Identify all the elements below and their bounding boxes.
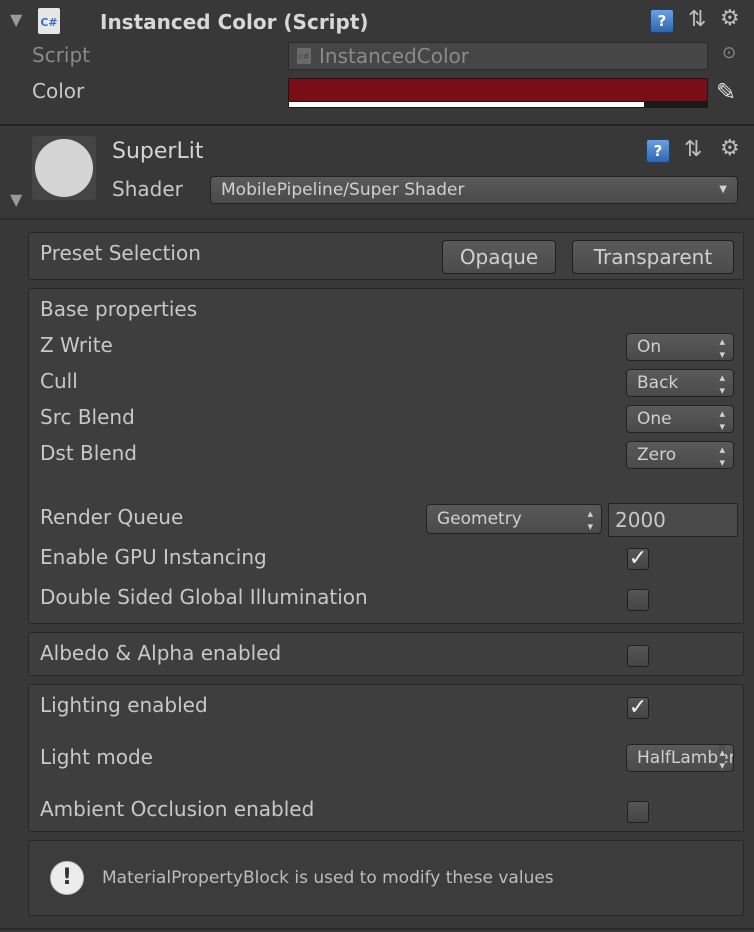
gear-icon[interactable]: ⚙ [720, 8, 740, 30]
material-preview-thumbnail [32, 136, 96, 200]
render-queue-input[interactable]: 2000 [608, 503, 738, 537]
material-name: SuperLit [112, 139, 204, 164]
src-blend-dropdown[interactable]: One ▴ ▾ [626, 405, 734, 433]
cull-dropdown[interactable]: Back ▴ ▾ [626, 369, 734, 397]
chevron-down-icon: ▼ [719, 184, 727, 195]
shader-label: Shader [112, 177, 183, 201]
stepper-arrows-icon: ▴ ▾ [719, 371, 725, 397]
stepper-arrows-icon: ▴ ▾ [719, 335, 725, 361]
stepper-arrows-icon: ▴ ▾ [719, 407, 725, 433]
material-foldout-icon[interactable]: ▼ [10, 190, 22, 209]
stepper-arrows-icon: ▴ ▾ [587, 507, 593, 533]
ambient-occlusion-checkbox[interactable] [627, 801, 649, 823]
color-swatch-fill [289, 79, 707, 101]
cull-value: Back [637, 373, 679, 393]
gpu-instancing-checkbox[interactable]: ✓ [627, 548, 649, 570]
shader-dropdown[interactable]: MobilePipeline/Super Shader ▼ [210, 176, 738, 204]
shader-dropdown-value: MobilePipeline/Super Shader [221, 180, 465, 200]
light-mode-dropdown[interactable]: HalfLambert ▴ ▾ [626, 744, 734, 772]
object-picker-icon[interactable]: ⊙ [722, 43, 736, 63]
src-blend-value: One [637, 409, 672, 429]
src-blend-label: Src Blend [40, 405, 135, 429]
stepper-arrows-icon: ▴ ▾ [719, 443, 725, 469]
color-swatch[interactable] [288, 78, 708, 108]
alpha-bar [289, 102, 645, 107]
opaque-button[interactable]: Opaque [442, 240, 556, 274]
base-properties-title: Base properties [40, 297, 198, 321]
preset-label: Preset Selection [40, 241, 201, 265]
material-presets-icon[interactable]: ⇅ [684, 139, 702, 161]
material-help-icon[interactable]: ? [646, 139, 670, 163]
csharp-icon-label: C# [40, 16, 58, 29]
csharp-script-icon: C# [38, 8, 60, 34]
dst-blend-dropdown[interactable]: Zero ▴ ▾ [626, 441, 734, 469]
dst-blend-value: Zero [637, 445, 677, 465]
script-field-value: InstancedColor [319, 44, 469, 68]
zwrite-dropdown[interactable]: On ▴ ▾ [626, 333, 734, 361]
script-object-field: c# InstancedColor [288, 42, 708, 70]
warning-icon: ! [50, 861, 84, 895]
script-field-label: Script [32, 43, 91, 67]
transparent-button[interactable]: Transparent [572, 240, 734, 274]
render-queue-dropdown[interactable]: Geometry ▴ ▾ [426, 504, 602, 534]
lighting-enabled-label: Lighting enabled [40, 693, 208, 717]
zwrite-label: Z Write [40, 333, 113, 357]
help-icon[interactable]: ? [650, 9, 674, 33]
color-field-label: Color [32, 79, 85, 103]
dst-blend-label: Dst Blend [40, 441, 137, 465]
double-sided-gi-label: Double Sided Global Illumination [40, 585, 368, 609]
lighting-enabled-checkbox[interactable]: ✓ [627, 697, 649, 719]
info-message: MaterialPropertyBlock is used to modify … [102, 868, 554, 888]
gpu-instancing-label: Enable GPU Instancing [40, 545, 267, 569]
presets-icon[interactable]: ⇅ [688, 9, 706, 31]
stepper-arrows-icon: ▴ ▾ [719, 745, 725, 772]
material-gear-icon[interactable]: ⚙ [720, 138, 740, 160]
component-title: Instanced Color (Script) [100, 10, 369, 34]
render-queue-label: Render Queue [40, 505, 184, 529]
render-queue-value: 2000 [615, 508, 666, 532]
eyedropper-icon[interactable]: ✎ [716, 78, 736, 106]
script-file-icon: c# [297, 48, 311, 64]
cull-label: Cull [40, 369, 78, 393]
albedo-alpha-label: Albedo & Alpha enabled [40, 641, 282, 665]
ambient-occlusion-label: Ambient Occlusion enabled [40, 797, 315, 821]
albedo-alpha-checkbox[interactable] [627, 645, 649, 667]
render-queue-dropdown-value: Geometry [437, 509, 522, 529]
double-sided-gi-checkbox[interactable] [627, 589, 649, 611]
zwrite-value: On [637, 337, 662, 357]
script-foldout-icon[interactable]: ▼ [10, 10, 22, 29]
light-mode-label: Light mode [40, 745, 153, 769]
